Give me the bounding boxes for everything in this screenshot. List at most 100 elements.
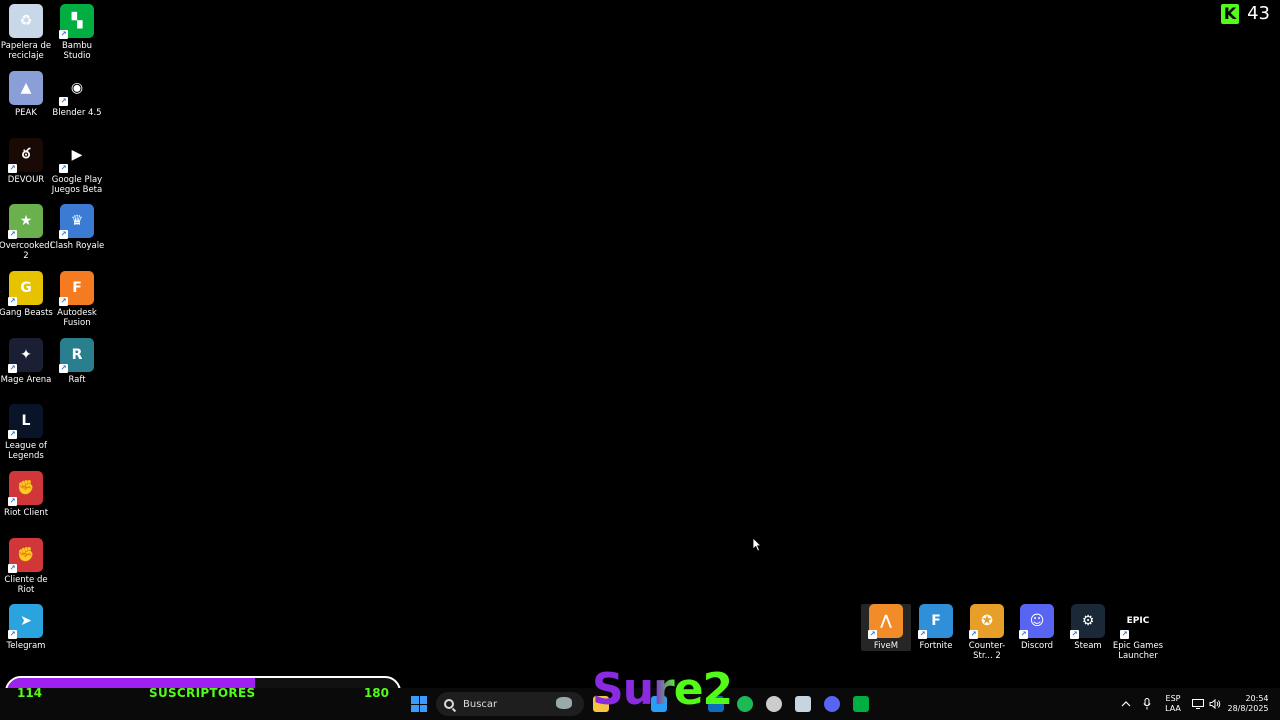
desktop-shortcut-google-play-games[interactable]: ▶ ↗ Google Play Juegos Beta	[52, 138, 102, 195]
desktop-shortcut-riot-client[interactable]: ✊ ↗ Riot Client	[1, 471, 51, 518]
icon-glyph: ✪	[981, 613, 993, 629]
autodesk-fusion-icon: F ↗	[59, 271, 94, 306]
icon-glyph: ⋀	[880, 613, 892, 629]
shortcut-arrow-icon: ↗	[868, 630, 877, 639]
desktop-shortcut-label: DEVOUR	[7, 175, 45, 185]
search-placeholder: Buscar	[463, 698, 498, 710]
desktop-shortcut-clash-royale[interactable]: ♛ ↗ Clash Royale	[50, 204, 104, 251]
clock-button[interactable]: 20:54 28/8/2025	[1226, 688, 1270, 720]
desktop-shortcut-label: Papelera de reciclaje	[0, 41, 52, 61]
icon-glyph: ✊	[17, 480, 35, 496]
desktop-shortcut-label: Blender 4.5	[52, 108, 102, 118]
taskbar-app-chatgpt[interactable]	[763, 688, 785, 720]
start-button[interactable]	[408, 688, 430, 720]
desktop-shortcut-label: PEAK	[15, 108, 37, 118]
icon-glyph: ♛	[70, 213, 84, 229]
desktop-shortcut-label: Discord	[1021, 641, 1053, 651]
kick-logo-icon: K	[1221, 3, 1240, 24]
windows-logo-icon	[411, 696, 427, 712]
spotify-icon	[737, 696, 753, 712]
epic-games-icon: EPIC ↗	[1120, 604, 1155, 639]
chevron-up-icon	[1121, 701, 1131, 707]
microphone-button[interactable]	[1139, 688, 1155, 720]
desktop-shortcut-gang-beasts[interactable]: G ↗ Gang Beasts	[0, 271, 53, 318]
desktop-shortcut-fivem[interactable]: ⋀ ↗ FiveM	[861, 604, 911, 651]
recycle-bin-icon: ♻	[9, 4, 43, 38]
desktop-shortcut-league-of-legends[interactable]: L ↗ League of Legends	[1, 404, 51, 461]
desktop-shortcut-label: Steam	[1074, 641, 1102, 651]
subscriber-label: SUSCRIPTORES	[149, 686, 256, 700]
bambu-studio-icon: ▚ ↗	[59, 4, 94, 39]
volume-button[interactable]	[1207, 688, 1223, 720]
overcooked-icon: ★ ↗	[8, 204, 43, 239]
desktop-shortcut-telegram[interactable]: ➤ ↗ Telegram	[1, 604, 51, 651]
icon-glyph: EPIC	[1126, 616, 1150, 626]
blender-icon: ◉ ↗	[59, 71, 94, 106]
icon-glyph: F	[72, 280, 82, 296]
network-icon	[1192, 699, 1204, 709]
bambu-studio-icon	[853, 696, 869, 712]
desktop-shortcut-peak[interactable]: ▲ PEAK	[1, 71, 51, 118]
clash-royale-icon: ♛ ↗	[59, 204, 94, 239]
clock-time: 20:54	[1245, 694, 1269, 703]
shortcut-arrow-icon: ↗	[8, 497, 17, 506]
desktop-shortcut-counter-strike[interactable]: ✪ ↗ Counter-Str... 2	[962, 604, 1012, 661]
devour-icon: ఠ ↗	[8, 138, 43, 173]
network-button[interactable]	[1190, 688, 1206, 720]
icon-glyph: R	[71, 347, 83, 363]
icon-glyph: L	[21, 413, 31, 429]
desktop-shortcut-mage-arena[interactable]: ✦ ↗ Mage Arena	[1, 338, 51, 385]
desktop-shortcut-devour[interactable]: ఠ ↗ DEVOUR	[1, 138, 51, 185]
counter-strike-icon: ✪ ↗	[969, 604, 1004, 639]
shortcut-arrow-icon: ↗	[59, 164, 68, 173]
desktop-shortcut-overcooked[interactable]: ★ ↗ Overcooked! 2	[0, 204, 53, 261]
desktop-shortcut-label: Cliente de Riot	[4, 575, 48, 595]
desktop-shortcut-recycle-bin[interactable]: ♻ Papelera de reciclaje	[1, 4, 51, 61]
shortcut-arrow-icon: ↗	[969, 630, 978, 639]
desktop-shortcut-label: FiveM	[873, 641, 899, 651]
taskbar-app-bambu-studio[interactable]	[850, 688, 872, 720]
desktop-shortcut-fortnite[interactable]: F ↗ Fortnite	[911, 604, 961, 651]
icon-glyph: ⚙	[1081, 613, 1095, 629]
peak-icon: ▲	[9, 71, 43, 105]
shortcut-arrow-icon: ↗	[59, 364, 68, 373]
taskbar-app-spotify[interactable]	[734, 688, 756, 720]
taskbar-search[interactable]: Buscar	[436, 692, 584, 716]
desktop-shortcut-riot-client[interactable]: ✊ ↗ Cliente de Riot	[1, 538, 51, 595]
desktop-shortcut-label: Bambu Studio	[61, 41, 93, 61]
shortcut-arrow-icon: ↗	[8, 364, 17, 373]
input-language-button[interactable]: ESP LAA	[1160, 688, 1186, 720]
show-hidden-icons-button[interactable]	[1118, 688, 1134, 720]
desktop-shortcut-label: Epic Games Launcher	[1112, 641, 1164, 661]
desktop-shortcut-discord[interactable]: ☺ ↗ Discord	[1012, 604, 1062, 651]
telegram-icon: ➤ ↗	[8, 604, 43, 639]
gang-beasts-icon: G ↗	[8, 271, 43, 306]
desktop-shortcut-label: Overcooked! 2	[0, 241, 53, 261]
streamer-name-overlay: Sure2	[592, 664, 733, 715]
desktop-shortcut-label: Google Play Juegos Beta	[51, 175, 103, 195]
desktop-shortcut-epic-games[interactable]: EPIC ↗ Epic Games Launcher	[1113, 604, 1163, 661]
desktop-shortcut-bambu-studio[interactable]: ▚ ↗ Bambu Studio	[52, 4, 102, 61]
desktop-shortcut-label: Telegram	[6, 641, 46, 651]
shortcut-arrow-icon: ↗	[59, 97, 68, 106]
search-icon	[444, 699, 454, 709]
taskbar-app-steam[interactable]	[792, 688, 814, 720]
desktop-shortcut-raft[interactable]: R ↗ Raft	[52, 338, 102, 385]
shortcut-arrow-icon: ↗	[59, 30, 68, 39]
icon-glyph: ♻	[19, 13, 33, 29]
language-code: ESP	[1165, 694, 1181, 703]
steam-icon	[795, 696, 811, 712]
icon-glyph: ◉	[70, 80, 84, 96]
icon-glyph: ✊	[17, 547, 35, 563]
discord-icon	[824, 696, 840, 712]
taskbar-app-discord[interactable]	[821, 688, 843, 720]
desktop-shortcut-label: Gang Beasts	[0, 308, 53, 318]
desktop-shortcut-blender[interactable]: ◉ ↗ Blender 4.5	[52, 71, 102, 118]
mouse-cursor-icon	[752, 537, 762, 552]
icon-glyph: ☺	[1029, 613, 1045, 629]
desktop-shortcut-label: Riot Client	[3, 508, 49, 518]
desktop-shortcut-autodesk-fusion[interactable]: F ↗ Autodesk Fusion	[52, 271, 102, 328]
icon-glyph: ▶	[71, 147, 83, 163]
desktop-shortcut-steam[interactable]: ⚙ ↗ Steam	[1063, 604, 1113, 651]
shortcut-arrow-icon: ↗	[8, 164, 17, 173]
